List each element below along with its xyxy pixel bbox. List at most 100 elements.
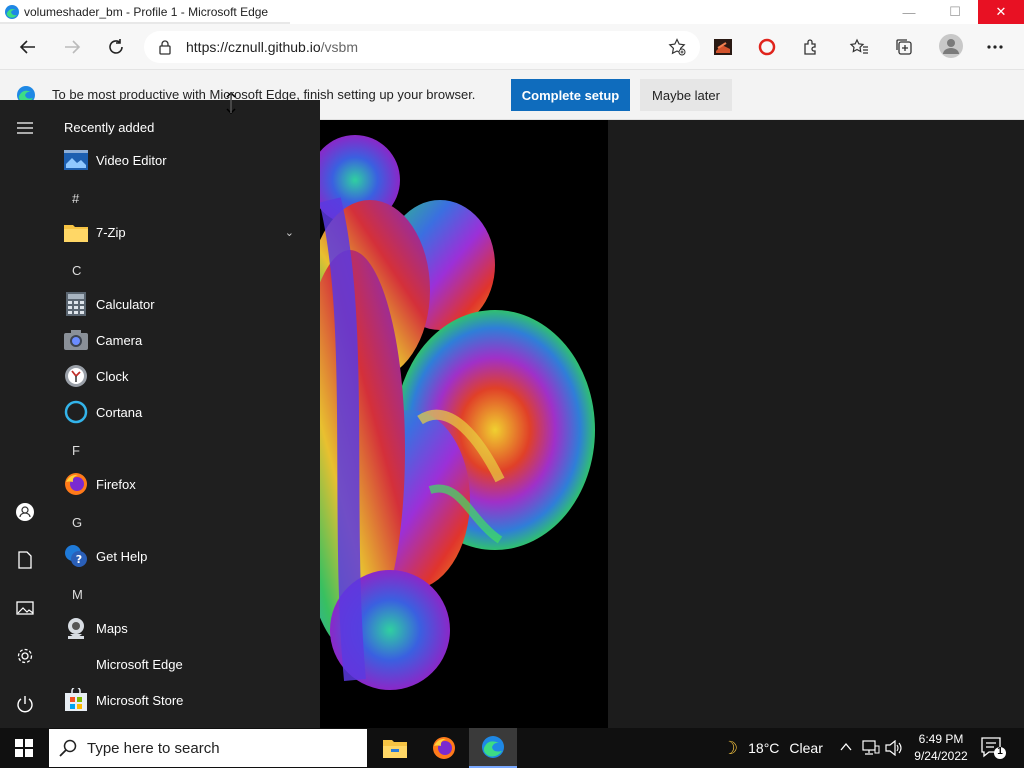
settings-button[interactable] <box>13 644 37 668</box>
account-button[interactable] <box>13 500 37 524</box>
store-icon <box>64 688 88 712</box>
lock-icon <box>159 40 171 55</box>
app-label: 7-Zip <box>96 224 126 240</box>
app-microsoft-edge[interactable]: Microsoft Edge <box>64 649 314 679</box>
app-label: Maps <box>96 620 128 636</box>
maximize-button[interactable]: ☐ <box>932 0 978 24</box>
search-placeholder: Type here to search <box>87 739 220 757</box>
refresh-icon <box>109 39 123 54</box>
chevron-up-icon[interactable] <box>840 742 852 752</box>
edge-taskbar-icon <box>482 736 504 758</box>
extension-image-icon[interactable] <box>712 36 734 58</box>
taskbar-search-box[interactable]: Type here to search <box>49 729 367 767</box>
clock-time: 6:49 PM <box>918 732 964 746</box>
profile-button[interactable] <box>938 33 964 59</box>
windows-logo-icon <box>15 739 33 757</box>
start-menu-rail <box>0 100 50 728</box>
taskbar: Type here to search ☽ 18°C Clear 6:49 PM… <box>0 728 1024 768</box>
weather-widget[interactable]: ☽ 18°C Clear <box>722 728 823 768</box>
settings-more-button[interactable] <box>984 36 1006 58</box>
clock-icon <box>64 364 88 388</box>
letter-header-hash[interactable]: # <box>72 191 79 206</box>
minimize-button[interactable]: — <box>886 0 932 24</box>
forward-arrow-icon <box>65 40 81 54</box>
start-menu: Recently added Video Editor # 7-Zip ⌄ C <box>0 100 320 728</box>
taskbar-edge[interactable] <box>469 728 517 768</box>
letter-header-m[interactable]: M <box>72 587 83 602</box>
edge-logo-icon <box>5 5 19 19</box>
moon-icon: ☽ <box>722 737 739 758</box>
maybe-later-button[interactable]: Maybe later <box>640 79 732 111</box>
clock-date: 9/24/2022 <box>914 749 968 763</box>
pictures-button[interactable] <box>13 596 37 620</box>
title-bar: volumeshader_bm - Profile 1 - Microsoft … <box>0 0 1024 24</box>
favorites-button[interactable] <box>848 36 870 58</box>
app-video-editor[interactable]: Video Editor <box>64 145 314 175</box>
start-button[interactable] <box>0 728 48 768</box>
folder-icon <box>64 220 88 244</box>
app-label: Microsoft Edge <box>96 656 183 672</box>
app-label: Video Editor <box>96 152 167 168</box>
app-label: Firefox <box>96 476 136 492</box>
close-button[interactable]: ✕ <box>978 0 1024 24</box>
network-icon[interactable] <box>862 740 880 756</box>
taskbar-file-explorer[interactable] <box>371 728 419 768</box>
notification-center-button[interactable]: 1 <box>980 736 1006 760</box>
documents-button[interactable] <box>13 548 37 572</box>
avatar-icon <box>939 34 963 58</box>
video-editor-icon <box>64 148 88 172</box>
url-text: https://cznull.github.io/vsbm <box>186 39 358 55</box>
weather-temperature: 18°C <box>748 740 780 756</box>
back-button[interactable] <box>13 32 43 62</box>
collections-icon <box>896 39 912 55</box>
camera-icon <box>64 328 88 352</box>
app-microsoft-store[interactable]: Microsoft Store <box>64 685 314 715</box>
puzzle-icon <box>804 39 816 55</box>
app-label: Microsoft Store <box>96 692 184 708</box>
app-camera[interactable]: Camera <box>64 325 314 355</box>
app-firefox[interactable]: Firefox <box>64 469 314 499</box>
chevron-down-icon[interactable]: ⌄ <box>285 226 294 239</box>
collections-button[interactable] <box>893 36 915 58</box>
app-label: Camera <box>96 332 143 348</box>
app-cortana[interactable]: Cortana <box>64 397 314 427</box>
user-icon <box>16 503 34 521</box>
file-explorer-icon <box>383 740 407 758</box>
power-icon <box>17 696 33 713</box>
volume-icon[interactable] <box>885 740 903 756</box>
address-toolbar: https://cznull.github.io/vsbm <box>0 24 1024 70</box>
url-path: /vsbm <box>320 39 358 55</box>
app-label: Calculator <box>96 296 155 312</box>
system-clock[interactable]: 6:49 PM 9/24/2022 <box>908 731 974 765</box>
opera-extension-icon[interactable] <box>756 36 778 58</box>
recently-added-header: Recently added <box>64 120 155 135</box>
app-list: Recently added Video Editor # 7-Zip ⌄ C <box>50 100 320 728</box>
app-clock[interactable]: Clock <box>64 361 314 391</box>
refresh-button[interactable] <box>101 32 131 62</box>
edge-app-icon <box>64 652 88 676</box>
address-bar[interactable]: https://cznull.github.io/vsbm <box>144 31 700 63</box>
more-dots-icon <box>987 45 1003 49</box>
red-circle-icon <box>758 38 776 56</box>
extensions-button[interactable] <box>800 36 822 58</box>
svg-text:?: ? <box>76 553 82 566</box>
app-get-help[interactable]: ? Get Help <box>64 541 314 571</box>
letter-header-g[interactable]: G <box>72 515 82 530</box>
expand-menu-button[interactable] <box>13 116 37 140</box>
taskbar-firefox[interactable] <box>420 728 468 768</box>
complete-setup-button[interactable]: Complete setup <box>511 79 630 111</box>
app-calculator[interactable]: Calculator <box>64 289 314 319</box>
letter-header-f[interactable]: F <box>72 443 80 458</box>
letter-header-c[interactable]: C <box>72 263 81 278</box>
app-maps[interactable]: Maps <box>64 613 314 643</box>
forward-button[interactable] <box>57 32 87 62</box>
app-label: Clock <box>96 368 129 384</box>
get-help-icon: ? <box>64 544 88 568</box>
weather-condition: Clear <box>789 740 823 756</box>
app-label: Get Help <box>96 548 148 564</box>
app-7zip[interactable]: 7-Zip ⌄ <box>64 217 314 247</box>
search-icon <box>59 739 77 757</box>
add-favorite-icon[interactable] <box>668 38 686 56</box>
window-title: volumeshader_bm - Profile 1 - Microsoft … <box>24 5 269 19</box>
power-button[interactable] <box>13 692 37 716</box>
